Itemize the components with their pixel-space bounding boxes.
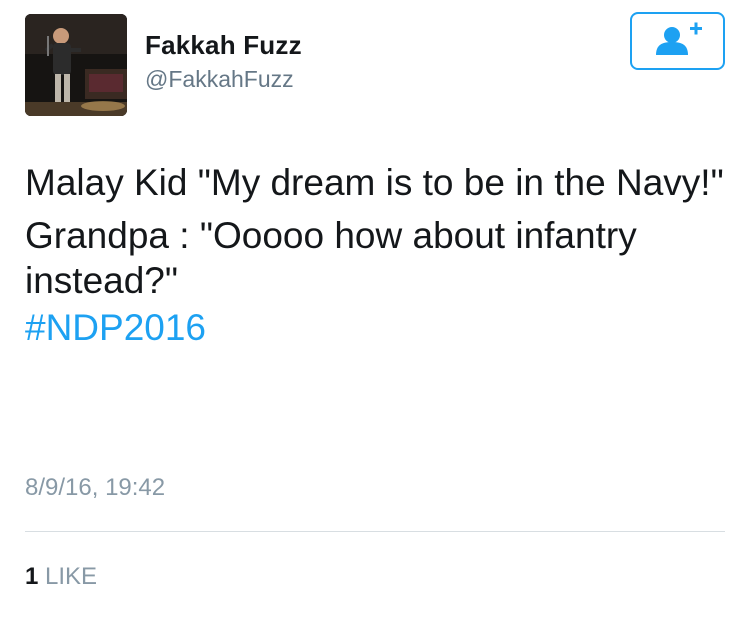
display-name[interactable]: Fakkah Fuzz bbox=[145, 30, 302, 61]
tweet-text: Malay Kid "My dream is to be in the Navy… bbox=[25, 160, 725, 350]
divider bbox=[25, 531, 725, 532]
like-count: 1 bbox=[25, 563, 39, 590]
likes-stat[interactable]: 1 LIKE bbox=[25, 563, 97, 591]
avatar[interactable] bbox=[25, 14, 127, 116]
hashtag-link[interactable]: #NDP2016 bbox=[25, 305, 725, 350]
tweet-paragraph: Malay Kid "My dream is to be in the Navy… bbox=[25, 162, 724, 203]
user-handle[interactable]: @FakkahFuzz bbox=[145, 66, 294, 93]
tweet-paragraph: Grandpa : "Ooooo how about infantry inst… bbox=[25, 215, 637, 301]
add-user-icon bbox=[655, 22, 702, 55]
follow-button[interactable] bbox=[630, 12, 725, 70]
like-label: LIKE bbox=[45, 563, 98, 590]
profile-photo-icon bbox=[25, 14, 127, 116]
tweet-timestamp: 8/9/16, 19:42 bbox=[25, 474, 166, 501]
